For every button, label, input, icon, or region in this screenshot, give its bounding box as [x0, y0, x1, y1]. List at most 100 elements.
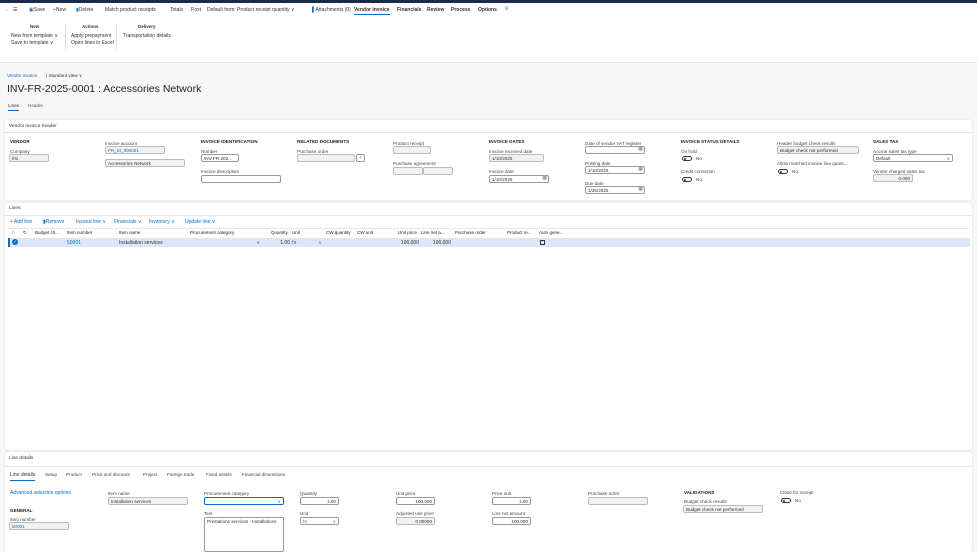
- tab-header[interactable]: Header: [28, 103, 43, 108]
- calendar-icon[interactable]: ▦: [638, 167, 643, 172]
- accrue-sales-tax-select[interactable]: Default ∨: [873, 154, 953, 162]
- purchase-agreement-field-2[interactable]: [423, 167, 453, 175]
- line-details-title[interactable]: Line details: [9, 456, 33, 461]
- number-field[interactable]: INV-FR-202...: [201, 154, 239, 162]
- company-field[interactable]: frsi: [9, 154, 49, 162]
- tab-product[interactable]: Product: [66, 472, 82, 477]
- transportation-details-button[interactable]: Transportation details: [123, 33, 171, 39]
- update-line-menu[interactable]: Update line ∨: [185, 219, 215, 225]
- totals-button[interactable]: Totals: [170, 7, 183, 13]
- default-from-label: Default from: Product receipt quantity: [207, 7, 290, 13]
- attachments-button[interactable]: ▌Attachments (0): [312, 7, 351, 13]
- tab-vendor-invoice[interactable]: Vendor invoice: [354, 7, 390, 15]
- advanced-selection-options-link[interactable]: Advanced selection options: [10, 490, 71, 496]
- view-selector[interactable]: | Standard view ∨: [46, 73, 82, 79]
- due-date-field[interactable]: 1/25/2025 ▦: [585, 186, 645, 194]
- item-number-cell[interactable]: 50001: [67, 240, 81, 246]
- posting-date-field[interactable]: 1/10/2025 ▦: [585, 166, 645, 174]
- column-header[interactable]: Unit: [292, 230, 300, 235]
- item-number-field[interactable]: 50001: [9, 522, 69, 530]
- calendar-icon[interactable]: ▦: [542, 176, 547, 181]
- line-net-amount-cell[interactable]: 100.000: [428, 240, 451, 246]
- calendar-icon[interactable]: ▦: [638, 147, 643, 152]
- tab-line-details[interactable]: Line details: [10, 472, 36, 481]
- line-net-amount-field[interactable]: 100.000: [492, 517, 531, 525]
- column-header[interactable]: Item number: [67, 230, 92, 235]
- tab-options[interactable]: Options: [478, 7, 497, 13]
- tab-price-and-discount[interactable]: Price and discount: [92, 472, 130, 477]
- product-receipt-field[interactable]: [393, 146, 431, 154]
- column-header[interactable]: Procurement category: [190, 230, 234, 235]
- column-header[interactable]: Auto gene...: [539, 230, 563, 235]
- unit-cell[interactable]: hr ∨: [292, 240, 322, 246]
- refresh-icon[interactable]: ↻: [23, 230, 27, 236]
- menu-icon[interactable]: ☰: [13, 7, 17, 13]
- column-header[interactable]: Unit price: [398, 230, 417, 235]
- match-product-receipts-button[interactable]: Match product receipts: [105, 7, 156, 13]
- add-purchase-order-button[interactable]: +: [356, 154, 365, 162]
- tab-setup[interactable]: Setup: [45, 472, 57, 477]
- quantity-field[interactable]: 1.00: [300, 497, 339, 505]
- purchase-order-field[interactable]: [297, 154, 355, 162]
- invoice-account-field[interactable]: FR_SI_000001: [105, 146, 165, 154]
- column-header[interactable]: Budget ch...: [35, 230, 59, 235]
- tab-process[interactable]: Process: [451, 7, 470, 13]
- purchase-agreement-field[interactable]: [393, 167, 423, 175]
- lines-title[interactable]: Lines: [9, 206, 20, 211]
- tab-review[interactable]: Review: [427, 7, 444, 13]
- auto-generated-checkbox[interactable]: [540, 240, 545, 245]
- inventory-menu[interactable]: Inventory ∨: [149, 219, 175, 225]
- ribbon-group-delivery: Delivery: [138, 24, 156, 29]
- new-from-template-button[interactable]: New from template ∨: [11, 33, 58, 39]
- unit-price-cell[interactable]: 100.000: [396, 240, 419, 246]
- vendor-charged-tax-field[interactable]: 0.000: [873, 174, 913, 182]
- tab-foreign-trade[interactable]: Foreign trade: [167, 472, 194, 477]
- column-header[interactable]: CW unit: [357, 230, 373, 235]
- price-unit-field[interactable]: 1.00: [492, 497, 531, 505]
- search-icon[interactable]: ⚲: [505, 6, 509, 12]
- save-button[interactable]: ▣Save: [29, 7, 45, 13]
- column-header[interactable]: CW quantity: [326, 230, 351, 235]
- default-from-dropdown[interactable]: Default from: Product receipt quantity ∨: [207, 7, 295, 13]
- calendar-icon[interactable]: ▦: [638, 187, 643, 192]
- section-title[interactable]: Vendor invoice header: [9, 124, 57, 129]
- column-header[interactable]: Purchase order: [455, 230, 486, 235]
- select-all-checkbox[interactable]: ○: [12, 230, 15, 235]
- tab-fixed-assets[interactable]: Fixed assets: [206, 472, 232, 477]
- vat-register-date-field[interactable]: ▦: [585, 146, 645, 154]
- back-button[interactable]: ←: [5, 7, 10, 13]
- invoice-date-field[interactable]: 1/10/2025 ▦: [489, 175, 549, 183]
- tab-project[interactable]: Project: [143, 472, 157, 477]
- unit-price-field[interactable]: 100.000: [396, 497, 435, 505]
- remove-button[interactable]: ▮Remove: [43, 219, 64, 225]
- column-header[interactable]: Quantity: [271, 230, 288, 235]
- tab-financial-dimensions[interactable]: Financial dimensions: [242, 472, 285, 477]
- row-checkbox[interactable]: ✓: [12, 239, 18, 245]
- invoice-line-menu[interactable]: Invoice line ∨: [76, 219, 106, 225]
- unit-select[interactable]: hr ∨: [300, 517, 339, 525]
- apply-prepayment-button[interactable]: Apply prepayment: [71, 33, 111, 39]
- tab-financials[interactable]: Financials: [397, 7, 421, 13]
- invoice-description-field[interactable]: [201, 175, 281, 183]
- tab-lines[interactable]: Lines: [8, 103, 19, 111]
- column-header[interactable]: Item name: [119, 230, 140, 235]
- credit-correction-toggle[interactable]: [682, 177, 692, 182]
- column-header[interactable]: Line net a...: [421, 230, 445, 235]
- open-lines-in-excel-button[interactable]: Open lines in Excel: [71, 40, 114, 46]
- procurement-category-select[interactable]: ∨: [204, 497, 284, 505]
- new-button[interactable]: +New: [53, 7, 66, 13]
- financials-menu[interactable]: Financials ∨: [114, 219, 142, 225]
- text-area[interactable]: Prestations services - Installations: [204, 517, 284, 552]
- close-for-receipt-toggle[interactable]: [781, 498, 791, 503]
- post-button[interactable]: Post: [191, 7, 201, 13]
- allow-matched-toggle[interactable]: [778, 169, 788, 174]
- add-line-button[interactable]: + Add line: [10, 219, 32, 225]
- breadcrumb-link[interactable]: Vendor invoice: [7, 73, 37, 78]
- item-name-cell[interactable]: Installation services: [119, 240, 163, 246]
- column-header[interactable]: Product re...: [507, 230, 532, 235]
- delete-button[interactable]: ▮Delete: [76, 7, 93, 13]
- save-to-template-button[interactable]: Save to template ∨: [11, 40, 54, 46]
- item-name-field: Installation services: [108, 497, 188, 505]
- on-hold-toggle[interactable]: [682, 156, 692, 161]
- quantity-cell[interactable]: 1.00: [270, 240, 290, 246]
